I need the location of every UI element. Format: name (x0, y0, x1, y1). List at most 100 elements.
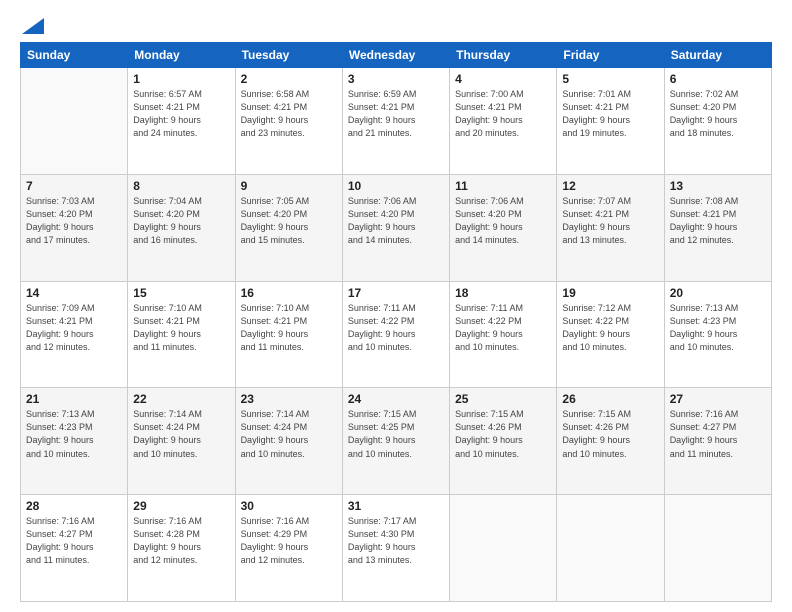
calendar-cell: 8Sunrise: 7:04 AM Sunset: 4:20 PM Daylig… (128, 174, 235, 281)
day-info: Sunrise: 7:12 AM Sunset: 4:22 PM Dayligh… (562, 302, 658, 354)
logo-icon (22, 18, 44, 34)
day-info: Sunrise: 7:15 AM Sunset: 4:26 PM Dayligh… (455, 408, 551, 460)
calendar-cell: 24 Sunrise: 7:15 AM Sunset: 4:25 PM Dayli… (342, 388, 449, 495)
day-info: Sunrise: 6:57 AM Sunset: 4:21 PM Dayligh… (133, 88, 229, 140)
day-number: 3 (348, 72, 444, 86)
day-number: 10 (348, 179, 444, 193)
day-info: Sunrise: 7:11 AM Sunset: 4:22 PM Dayligh… (455, 302, 551, 354)
calendar-cell: 26 Sunrise: 7:15 AM Sunset: 4:26 PM Dayli… (557, 388, 664, 495)
calendar-cell: 22 Sunrise: 7:14 AM Sunset: 4:24 PM Dayli… (128, 388, 235, 495)
calendar-cell: 28Sunrise: 7:16 AM Sunset: 4:27 PM Dayli… (21, 495, 128, 602)
calendar-cell: 6 Sunrise: 7:02 AM Sunset: 4:20 PM Daylig… (664, 68, 771, 175)
calendar-cell: 13Sunrise: 7:08 AM Sunset: 4:21 PM Dayli… (664, 174, 771, 281)
day-number: 30 (241, 499, 337, 513)
calendar-cell: 1Sunrise: 6:57 AM Sunset: 4:21 PM Daylig… (128, 68, 235, 175)
calendar-cell: 21 Sunrise: 7:13 AM Sunset: 4:23 PM Dayli… (21, 388, 128, 495)
day-number: 9 (241, 179, 337, 193)
day-number: 7 (26, 179, 122, 193)
logo (20, 18, 44, 32)
calendar-cell: 14 Sunrise: 7:09 AM Sunset: 4:21 PM Dayli… (21, 281, 128, 388)
calendar-cell: 18Sunrise: 7:11 AM Sunset: 4:22 PM Dayli… (450, 281, 557, 388)
day-info: Sunrise: 7:14 AM Sunset: 4:24 PM Dayligh… (133, 408, 229, 460)
calendar-header-sunday: Sunday (21, 43, 128, 68)
day-info: Sunrise: 7:13 AM Sunset: 4:23 PM Dayligh… (26, 408, 122, 460)
calendar-cell: 4Sunrise: 7:00 AM Sunset: 4:21 PM Daylig… (450, 68, 557, 175)
calendar-cell (557, 495, 664, 602)
day-info: Sunrise: 7:01 AM Sunset: 4:21 PM Dayligh… (562, 88, 658, 140)
calendar-week-row: 1Sunrise: 6:57 AM Sunset: 4:21 PM Daylig… (21, 68, 772, 175)
calendar-header-monday: Monday (128, 43, 235, 68)
header (20, 18, 772, 32)
day-info: Sunrise: 7:03 AM Sunset: 4:20 PM Dayligh… (26, 195, 122, 247)
day-info: Sunrise: 6:59 AM Sunset: 4:21 PM Dayligh… (348, 88, 444, 140)
day-info: Sunrise: 7:05 AM Sunset: 4:20 PM Dayligh… (241, 195, 337, 247)
day-info: Sunrise: 7:09 AM Sunset: 4:21 PM Dayligh… (26, 302, 122, 354)
day-number: 25 (455, 392, 551, 406)
calendar-header-row: SundayMondayTuesdayWednesdayThursdayFrid… (21, 43, 772, 68)
day-info: Sunrise: 7:15 AM Sunset: 4:25 PM Dayligh… (348, 408, 444, 460)
calendar-cell: 15 Sunrise: 7:10 AM Sunset: 4:21 PM Dayli… (128, 281, 235, 388)
calendar-cell: 20 Sunrise: 7:13 AM Sunset: 4:23 PM Dayli… (664, 281, 771, 388)
day-number: 6 (670, 72, 766, 86)
day-number: 23 (241, 392, 337, 406)
calendar-header-tuesday: Tuesday (235, 43, 342, 68)
day-info: Sunrise: 7:13 AM Sunset: 4:23 PM Dayligh… (670, 302, 766, 354)
day-number: 2 (241, 72, 337, 86)
calendar-week-row: 21 Sunrise: 7:13 AM Sunset: 4:23 PM Dayli… (21, 388, 772, 495)
calendar-cell: 25 Sunrise: 7:15 AM Sunset: 4:26 PM Dayli… (450, 388, 557, 495)
day-info: Sunrise: 7:16 AM Sunset: 4:27 PM Dayligh… (670, 408, 766, 460)
calendar-cell: 10 Sunrise: 7:06 AM Sunset: 4:20 PM Dayli… (342, 174, 449, 281)
day-info: Sunrise: 7:17 AM Sunset: 4:30 PM Dayligh… (348, 515, 444, 567)
calendar-week-row: 28Sunrise: 7:16 AM Sunset: 4:27 PM Dayli… (21, 495, 772, 602)
day-number: 26 (562, 392, 658, 406)
day-number: 8 (133, 179, 229, 193)
day-number: 11 (455, 179, 551, 193)
day-info: Sunrise: 7:16 AM Sunset: 4:28 PM Dayligh… (133, 515, 229, 567)
day-info: Sunrise: 7:10 AM Sunset: 4:21 PM Dayligh… (133, 302, 229, 354)
day-number: 5 (562, 72, 658, 86)
calendar-cell (450, 495, 557, 602)
calendar-header-wednesday: Wednesday (342, 43, 449, 68)
day-number: 12 (562, 179, 658, 193)
calendar-cell: 3 Sunrise: 6:59 AM Sunset: 4:21 PM Daylig… (342, 68, 449, 175)
calendar-cell: 29Sunrise: 7:16 AM Sunset: 4:28 PM Dayli… (128, 495, 235, 602)
calendar-cell: 9 Sunrise: 7:05 AM Sunset: 4:20 PM Daylig… (235, 174, 342, 281)
calendar-cell: 7 Sunrise: 7:03 AM Sunset: 4:20 PM Daylig… (21, 174, 128, 281)
day-number: 13 (670, 179, 766, 193)
day-number: 27 (670, 392, 766, 406)
calendar-cell: 5 Sunrise: 7:01 AM Sunset: 4:21 PM Daylig… (557, 68, 664, 175)
day-number: 20 (670, 286, 766, 300)
calendar-cell: 27 Sunrise: 7:16 AM Sunset: 4:27 PM Dayli… (664, 388, 771, 495)
day-info: Sunrise: 7:15 AM Sunset: 4:26 PM Dayligh… (562, 408, 658, 460)
calendar-cell: 12Sunrise: 7:07 AM Sunset: 4:21 PM Dayli… (557, 174, 664, 281)
day-number: 21 (26, 392, 122, 406)
calendar-cell (664, 495, 771, 602)
calendar-table: SundayMondayTuesdayWednesdayThursdayFrid… (20, 42, 772, 602)
calendar-week-row: 14 Sunrise: 7:09 AM Sunset: 4:21 PM Dayli… (21, 281, 772, 388)
day-info: Sunrise: 7:06 AM Sunset: 4:20 PM Dayligh… (348, 195, 444, 247)
day-info: Sunrise: 7:06 AM Sunset: 4:20 PM Dayligh… (455, 195, 551, 247)
day-number: 22 (133, 392, 229, 406)
day-number: 14 (26, 286, 122, 300)
calendar-header-friday: Friday (557, 43, 664, 68)
day-info: Sunrise: 7:02 AM Sunset: 4:20 PM Dayligh… (670, 88, 766, 140)
calendar-week-row: 7 Sunrise: 7:03 AM Sunset: 4:20 PM Daylig… (21, 174, 772, 281)
day-number: 17 (348, 286, 444, 300)
day-number: 15 (133, 286, 229, 300)
calendar-cell: 16Sunrise: 7:10 AM Sunset: 4:21 PM Dayli… (235, 281, 342, 388)
calendar-cell (21, 68, 128, 175)
day-number: 4 (455, 72, 551, 86)
calendar-cell: 17 Sunrise: 7:11 AM Sunset: 4:22 PM Dayli… (342, 281, 449, 388)
day-info: Sunrise: 7:16 AM Sunset: 4:29 PM Dayligh… (241, 515, 337, 567)
calendar-cell: 2 Sunrise: 6:58 AM Sunset: 4:21 PM Daylig… (235, 68, 342, 175)
day-info: Sunrise: 7:16 AM Sunset: 4:27 PM Dayligh… (26, 515, 122, 567)
calendar-header-thursday: Thursday (450, 43, 557, 68)
day-info: Sunrise: 6:58 AM Sunset: 4:21 PM Dayligh… (241, 88, 337, 140)
page: SundayMondayTuesdayWednesdayThursdayFrid… (0, 0, 792, 612)
day-number: 24 (348, 392, 444, 406)
day-info: Sunrise: 7:11 AM Sunset: 4:22 PM Dayligh… (348, 302, 444, 354)
calendar-cell: 11 Sunrise: 7:06 AM Sunset: 4:20 PM Dayli… (450, 174, 557, 281)
day-info: Sunrise: 7:14 AM Sunset: 4:24 PM Dayligh… (241, 408, 337, 460)
day-number: 19 (562, 286, 658, 300)
calendar-header-saturday: Saturday (664, 43, 771, 68)
